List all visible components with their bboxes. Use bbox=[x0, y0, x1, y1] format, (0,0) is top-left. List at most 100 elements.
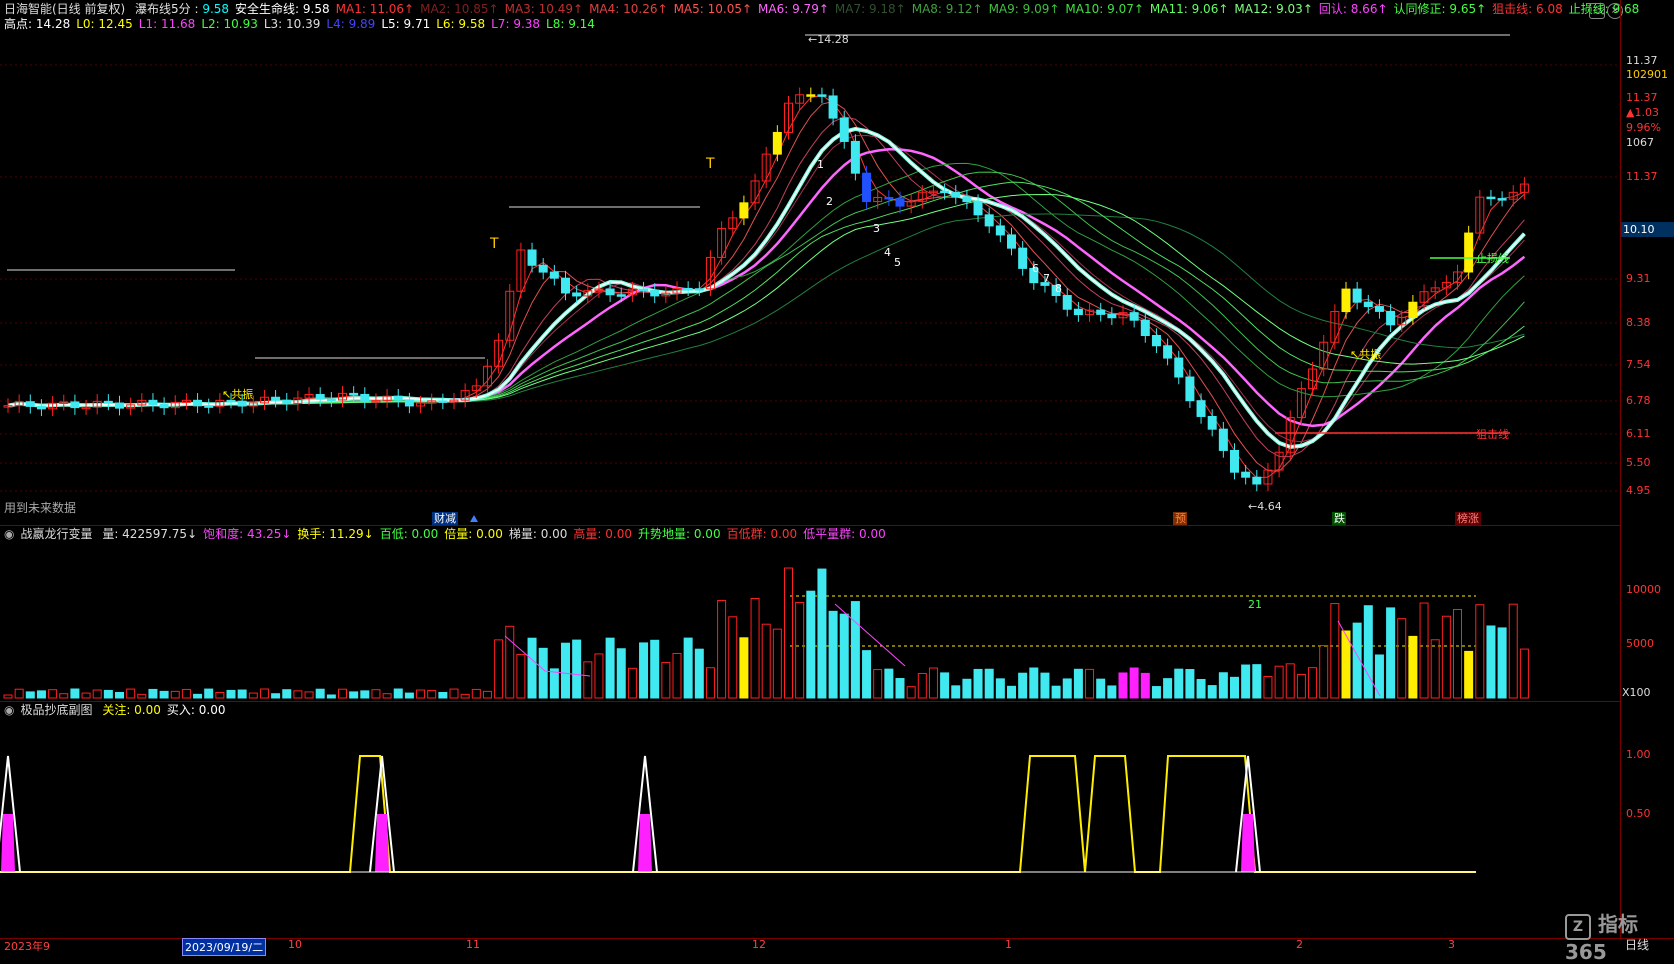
sub-tick-label: 0.50 bbox=[1626, 807, 1651, 820]
volume-bar bbox=[973, 668, 983, 699]
period-label[interactable]: 日线 bbox=[1625, 936, 1649, 953]
stoploss-label: 止损线 bbox=[1476, 251, 1509, 265]
x-axis-label[interactable]: 2023/09/19/二 bbox=[182, 938, 267, 956]
candle-body bbox=[828, 95, 838, 119]
volume-bar bbox=[951, 685, 961, 699]
candle-body bbox=[639, 288, 649, 292]
candle-body bbox=[839, 117, 849, 142]
volume-bar bbox=[215, 691, 225, 699]
volume-bar bbox=[181, 688, 191, 699]
volume-bar bbox=[137, 693, 147, 699]
candle-body bbox=[572, 292, 582, 297]
volume-bar bbox=[661, 661, 671, 699]
volume-bar bbox=[572, 639, 582, 699]
candle-body bbox=[549, 271, 559, 279]
volume-bar bbox=[739, 637, 749, 699]
candle-body bbox=[1129, 312, 1139, 321]
y-tick-label: 5.50 bbox=[1626, 456, 1651, 469]
die-tag: 跌 bbox=[1334, 511, 1345, 525]
volume-bar bbox=[1151, 686, 1161, 699]
ma-line bbox=[7, 171, 1525, 407]
low-label: ←4.64 bbox=[1248, 500, 1282, 513]
volume-bar bbox=[1163, 678, 1173, 699]
volume-bar bbox=[817, 568, 827, 699]
volume-bar bbox=[1308, 667, 1318, 699]
volume-chart[interactable]: 21 bbox=[0, 526, 1620, 701]
candle-body bbox=[1230, 449, 1239, 473]
volume-bar bbox=[772, 628, 782, 699]
volume-bar bbox=[1441, 615, 1451, 699]
ma-line bbox=[7, 181, 1525, 407]
volume-bar bbox=[103, 689, 113, 699]
volume-bar bbox=[282, 689, 292, 699]
wave-number: 2 bbox=[826, 195, 833, 208]
volume-bar bbox=[895, 678, 905, 699]
candle-body bbox=[1140, 319, 1150, 336]
volume-bar bbox=[471, 688, 481, 699]
watermark-icon: Z bbox=[1565, 914, 1591, 940]
volume-bar bbox=[25, 691, 35, 699]
y-tick-label: 8.38 bbox=[1626, 316, 1651, 329]
volume-bar bbox=[1062, 678, 1072, 699]
volume-bar bbox=[416, 689, 426, 699]
volume-bar bbox=[1408, 635, 1418, 699]
volume-bar bbox=[36, 690, 46, 699]
volume-bar bbox=[962, 678, 972, 699]
info-vol: 1067 bbox=[1626, 136, 1654, 149]
volume-bar bbox=[1508, 603, 1518, 699]
volume-bar bbox=[839, 613, 849, 699]
candle-body bbox=[817, 94, 827, 97]
bottom-indicator-chart[interactable] bbox=[0, 702, 1620, 876]
volume-bar bbox=[1129, 667, 1139, 699]
t-mark: T bbox=[489, 236, 499, 252]
volume-bar bbox=[494, 639, 504, 699]
candle-body bbox=[1207, 415, 1217, 430]
volume-bar bbox=[48, 689, 58, 699]
volume-bar bbox=[371, 689, 381, 699]
candle-body bbox=[159, 403, 169, 409]
x-axis-label: 2 bbox=[1296, 938, 1303, 951]
volume-bar bbox=[1252, 664, 1262, 699]
volume-bar bbox=[382, 693, 392, 699]
volume-bar bbox=[315, 688, 325, 699]
volume-bar bbox=[940, 672, 950, 699]
volume-bar bbox=[1486, 625, 1496, 699]
volume-bar bbox=[984, 668, 994, 699]
y-tick-label: 7.54 bbox=[1626, 358, 1651, 371]
volume-bar bbox=[995, 678, 1005, 699]
volume-bar bbox=[438, 691, 448, 699]
candle-body bbox=[360, 393, 370, 402]
candle-body bbox=[884, 196, 894, 200]
volume-bar bbox=[259, 688, 269, 699]
candle-body bbox=[962, 196, 972, 203]
t-mark: T bbox=[705, 156, 715, 172]
volume-bar bbox=[1241, 664, 1251, 699]
sniper-label: 狙击线 bbox=[1476, 427, 1509, 441]
candle-body bbox=[694, 288, 704, 291]
candle-body bbox=[1018, 247, 1028, 269]
volume-bar bbox=[650, 639, 660, 699]
volume-bar bbox=[1319, 645, 1329, 699]
vol-unit: X100 bbox=[1622, 686, 1651, 699]
volume-bar bbox=[538, 647, 548, 699]
wave-number: 6 bbox=[1032, 262, 1039, 275]
candle-body bbox=[739, 202, 749, 219]
volume-bar bbox=[204, 688, 214, 699]
candlestick-chart[interactable]: ←14.28←4.64↖共振↖共振止损线狙击线12345 678财减预跌榜涨TT bbox=[0, 0, 1620, 525]
sub-tick-label: 1.00 bbox=[1626, 748, 1651, 761]
volume-bar bbox=[1107, 685, 1117, 699]
volume-bar bbox=[1419, 602, 1429, 699]
candle-body bbox=[683, 287, 693, 291]
volume-bar bbox=[1330, 603, 1340, 699]
wave-number: 5 bbox=[894, 256, 901, 269]
candle-body bbox=[1341, 288, 1351, 313]
volume-bar bbox=[694, 648, 704, 699]
volume-bar bbox=[917, 672, 927, 699]
wave-number: 7 bbox=[1043, 272, 1050, 285]
volume-bar bbox=[761, 623, 771, 699]
volume-bar bbox=[1085, 668, 1095, 699]
yu-tag: 预 bbox=[1175, 512, 1186, 525]
volume-bar bbox=[3, 694, 13, 699]
candle-body bbox=[237, 400, 247, 407]
x-axis-label: 1 bbox=[1005, 938, 1012, 951]
